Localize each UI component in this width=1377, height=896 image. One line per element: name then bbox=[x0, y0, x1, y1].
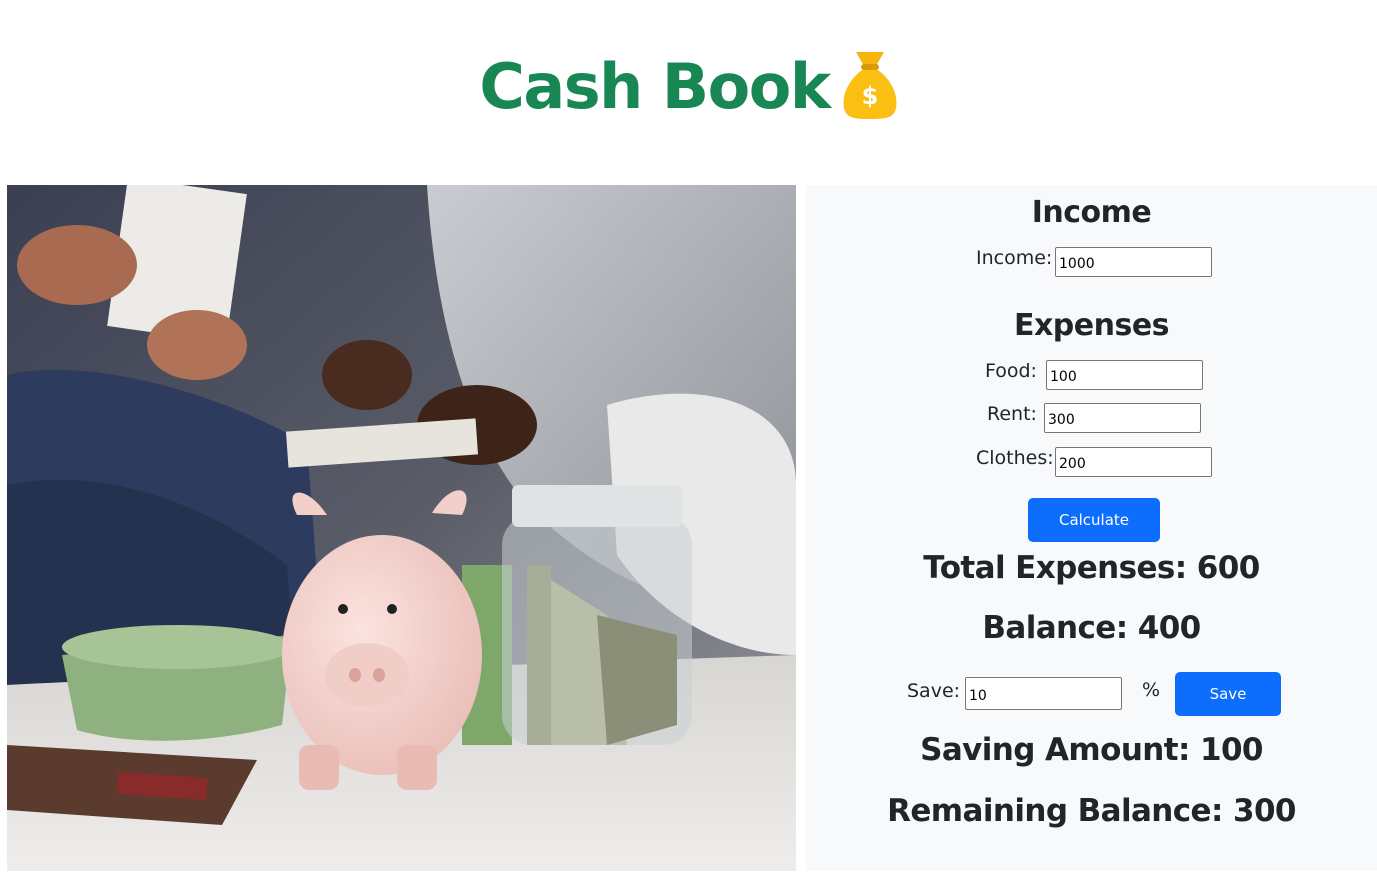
money-bag-icon: $ bbox=[842, 48, 898, 124]
percent-sign: % bbox=[1142, 679, 1161, 701]
income-heading: Income bbox=[1031, 195, 1152, 230]
rent-row: Rent: bbox=[806, 403, 1377, 437]
balance-value: 400 bbox=[1137, 610, 1202, 646]
income-row: Income: bbox=[806, 247, 1377, 281]
total-expenses-text: Total Expenses: 600 bbox=[806, 550, 1377, 586]
rent-label: Rent: bbox=[987, 403, 1037, 425]
piggy-bank-photo bbox=[7, 185, 796, 871]
save-row: Save: % Save bbox=[806, 672, 1377, 719]
saving-amount-text: Saving Amount: 100 bbox=[806, 732, 1377, 768]
clothes-input[interactable] bbox=[1055, 447, 1212, 477]
save-label: Save: bbox=[907, 680, 961, 702]
income-input[interactable] bbox=[1055, 247, 1212, 277]
balance-label: Balance: bbox=[982, 610, 1128, 646]
balance-text: Balance: 400 bbox=[806, 610, 1377, 646]
save-button[interactable]: Save bbox=[1175, 672, 1281, 716]
total-expenses-label: Total Expenses: bbox=[923, 550, 1187, 586]
clothes-row: Clothes: bbox=[806, 447, 1377, 481]
remaining-balance-value: 300 bbox=[1232, 793, 1297, 829]
expenses-heading: Expenses bbox=[1013, 308, 1170, 343]
total-expenses-value: 600 bbox=[1196, 550, 1261, 586]
remaining-balance-text: Remaining Balance: 300 bbox=[806, 793, 1377, 829]
remaining-balance-label: Remaining Balance: bbox=[887, 793, 1223, 829]
app-header: Cash Book $ bbox=[0, 0, 1377, 175]
save-percent-input[interactable] bbox=[965, 677, 1122, 710]
app-title: Cash Book bbox=[479, 50, 831, 123]
calculate-button[interactable]: Calculate bbox=[1028, 498, 1160, 542]
food-label: Food: bbox=[985, 360, 1037, 382]
saving-amount-label: Saving Amount: bbox=[920, 732, 1190, 768]
food-input[interactable] bbox=[1046, 360, 1203, 390]
food-row: Food: bbox=[806, 360, 1377, 394]
rent-input[interactable] bbox=[1044, 403, 1201, 433]
saving-amount-value: 100 bbox=[1199, 732, 1264, 768]
clothes-label: Clothes: bbox=[976, 447, 1054, 469]
cash-form-panel: Income Income: Expenses Food: Rent: Clot… bbox=[806, 185, 1377, 871]
income-label: Income: bbox=[976, 247, 1053, 269]
svg-text:$: $ bbox=[861, 82, 878, 110]
